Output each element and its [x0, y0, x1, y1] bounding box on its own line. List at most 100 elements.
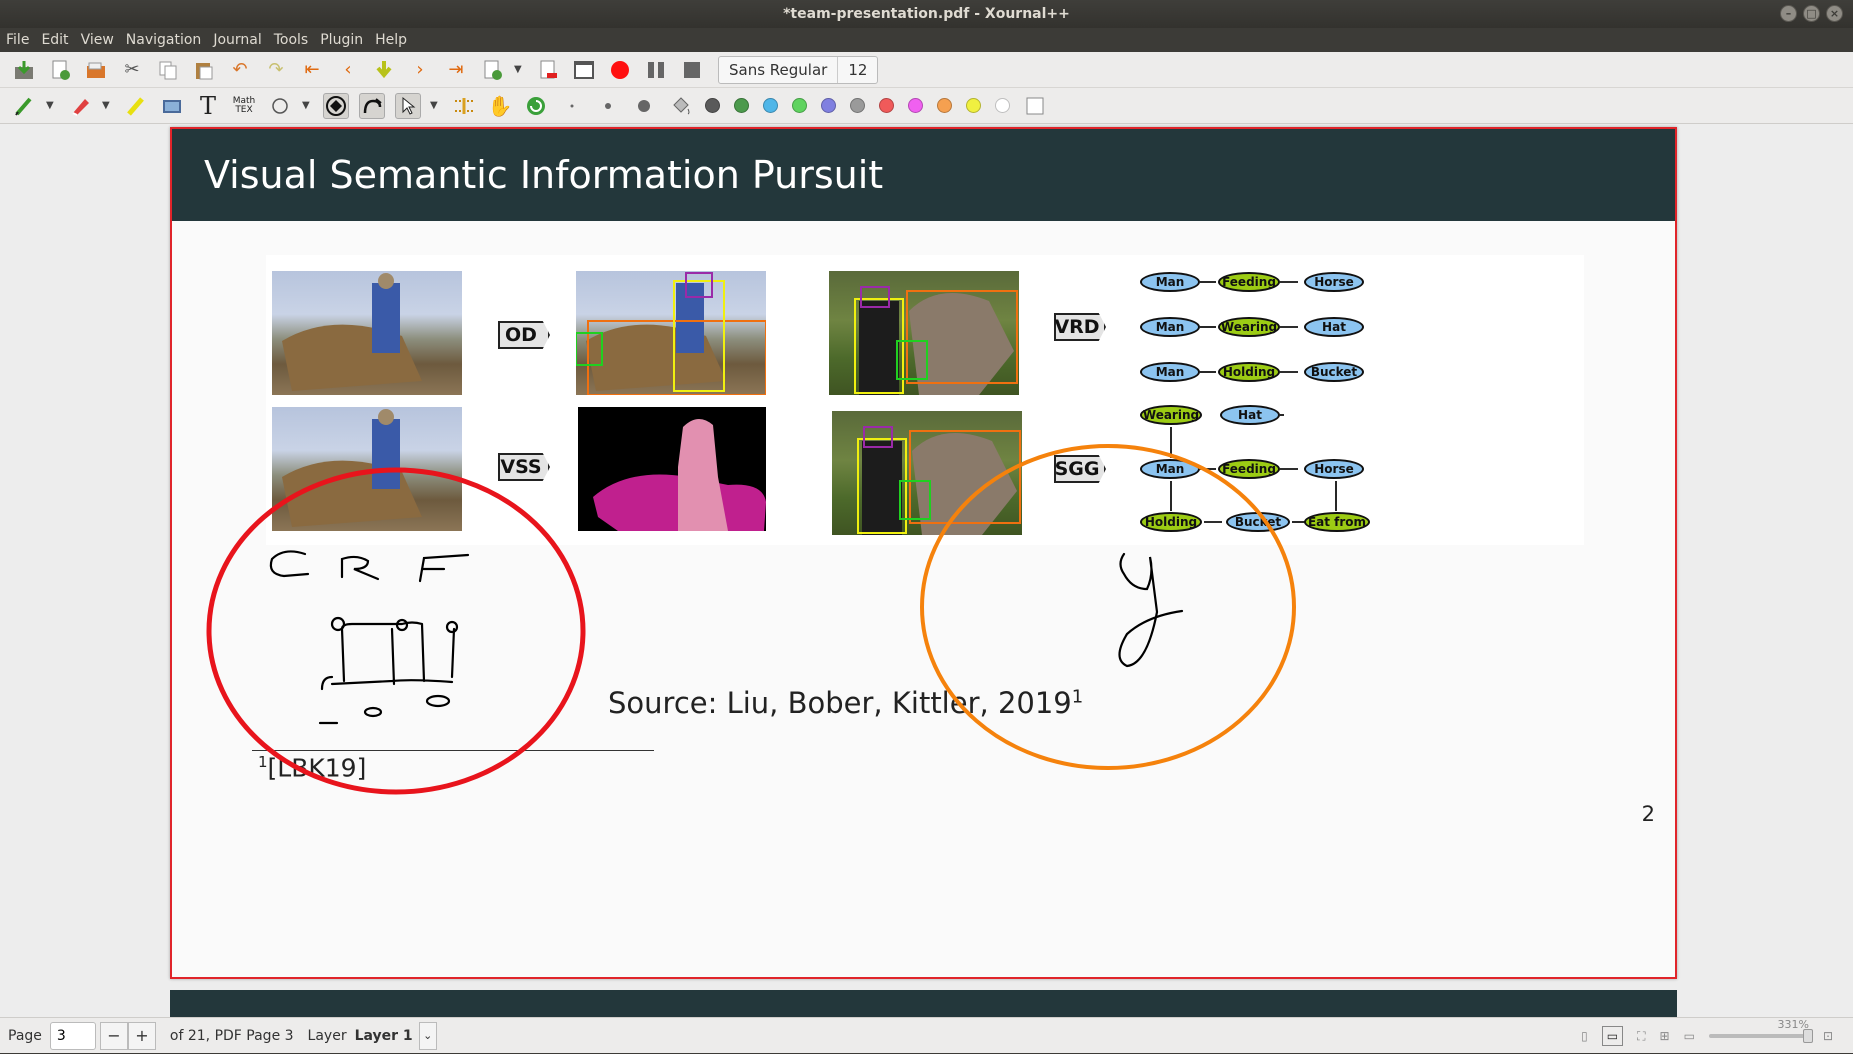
page-decrement-label: −	[107, 1026, 121, 1045]
menubar: File Edit View Navigation Journal Tools …	[0, 28, 1853, 52]
font-selector[interactable]: Sans Regular 12	[718, 55, 879, 84]
custom-color-icon[interactable]	[1022, 93, 1048, 119]
eraser-icon[interactable]	[67, 93, 93, 119]
zoom-reset-icon[interactable]: ⊡	[1823, 1029, 1833, 1043]
color-swatch-0[interactable]	[705, 98, 720, 113]
fill-icon[interactable]	[667, 93, 693, 119]
menu-journal[interactable]: Journal	[213, 32, 261, 48]
goto-last-icon[interactable]: ⇥	[443, 57, 469, 83]
record-icon[interactable]	[607, 57, 633, 83]
line-thin-icon[interactable]	[559, 93, 585, 119]
layer-dropdown[interactable]: ⌄	[418, 1021, 437, 1050]
color-swatch-9[interactable]	[966, 98, 981, 113]
math-tex-icon[interactable]: Math TEX	[231, 93, 257, 119]
minimize-button[interactable]: –	[1780, 5, 1797, 22]
delete-page-icon[interactable]	[535, 57, 561, 83]
presentation-mode-icon[interactable]	[571, 57, 597, 83]
stop-icon[interactable]	[679, 57, 705, 83]
highlighter-icon[interactable]	[123, 93, 149, 119]
select-pointer-icon[interactable]	[395, 92, 421, 119]
next-page-icon[interactable]: ›	[407, 57, 433, 83]
zoom-slider-handle[interactable]	[1802, 1029, 1813, 1043]
orange-circle-annotation[interactable]	[920, 444, 1296, 770]
pause-icon[interactable]	[643, 57, 669, 83]
fullscreen-icon[interactable]: ⛶	[1637, 1029, 1645, 1044]
menu-plugin[interactable]: Plugin	[320, 32, 363, 48]
open-icon[interactable]	[83, 57, 109, 83]
select-dropdown[interactable]: ▼	[430, 100, 442, 111]
window-controls: – □ ×	[1780, 5, 1843, 22]
text-tool-icon[interactable]: T	[195, 91, 221, 120]
color-swatch-5[interactable]	[850, 98, 865, 113]
shape-dropdown[interactable]: ▼	[302, 100, 314, 111]
save-icon[interactable]	[11, 57, 37, 83]
snap-icon[interactable]	[359, 92, 385, 119]
y-handwriting[interactable]	[1118, 552, 1184, 668]
page-increment-label: +	[135, 1026, 149, 1045]
pen-dropdown[interactable]: ▼	[46, 100, 58, 111]
paste-icon[interactable]	[191, 57, 217, 83]
color-swatch-8[interactable]	[937, 98, 952, 113]
menu-edit[interactable]: Edit	[41, 32, 68, 48]
hand-icon[interactable]: ✋	[487, 93, 513, 119]
close-button[interactable]: ×	[1826, 5, 1843, 22]
line-thick-icon[interactable]	[631, 93, 657, 119]
goto-first-icon[interactable]: ⇤	[299, 57, 325, 83]
zoom-slider[interactable]: 331%	[1708, 1018, 1813, 1043]
color-swatch-3[interactable]	[792, 98, 807, 113]
font-size: 12	[848, 60, 868, 79]
menu-view[interactable]: View	[81, 32, 114, 48]
insert-page-dropdown[interactable]: ▼	[514, 64, 526, 75]
text-tool-label: T	[199, 91, 216, 120]
image-icon[interactable]	[159, 93, 185, 119]
eraser-dropdown[interactable]: ▼	[102, 100, 114, 111]
copy-icon[interactable]	[155, 57, 181, 83]
color-swatch-7[interactable]	[908, 98, 923, 113]
document-canvas[interactable]: Visual Semantic Information Pursuit OD V…	[0, 124, 1853, 1017]
color-swatch-4[interactable]	[821, 98, 836, 113]
menu-tools[interactable]: Tools	[274, 32, 309, 48]
page-number-input[interactable]	[49, 1021, 96, 1050]
refresh-icon[interactable]	[523, 93, 549, 119]
line-medium-icon[interactable]	[595, 93, 621, 119]
pdf-page[interactable]: Visual Semantic Information Pursuit OD V…	[170, 127, 1677, 979]
zoom-area: ▯ ▭ ⛶ ⊞ ▭ 331% ⊡	[1581, 1018, 1833, 1054]
color-swatch-2[interactable]	[763, 98, 778, 113]
layout-single-icon[interactable]: ▯	[1581, 1029, 1588, 1043]
crf-handwriting[interactable]	[269, 550, 470, 725]
previous-page-icon[interactable]: ‹	[335, 57, 361, 83]
insert-page-icon[interactable]	[479, 57, 505, 83]
layer-label: Layer	[307, 1027, 347, 1044]
shape-recognizer-icon[interactable]	[323, 92, 349, 119]
maximize-button[interactable]: □	[1803, 5, 1820, 22]
zoom-fit-icon[interactable]: ⊞	[1660, 1029, 1670, 1043]
goto-page-icon[interactable]	[371, 57, 397, 83]
ink-annotations[interactable]	[172, 129, 1679, 981]
zoom-width-icon[interactable]: ▭	[1684, 1029, 1695, 1043]
main-toolbar: ✂ ↶ ↷ ⇤ ‹ › ⇥ ▼ Sans Regular 12	[0, 52, 1853, 88]
page-increment-button[interactable]: +	[127, 1021, 156, 1050]
shape-ellipse-icon[interactable]	[267, 93, 293, 119]
window-titlebar: *team-presentation.pdf - Xournal++ – □ ×	[0, 0, 1853, 28]
redo-icon[interactable]: ↷	[263, 57, 289, 83]
cut-icon[interactable]: ✂	[119, 57, 145, 83]
menu-help[interactable]: Help	[375, 32, 407, 48]
undo-icon[interactable]: ↶	[227, 57, 253, 83]
pen-icon[interactable]	[11, 93, 37, 119]
page-label: Page	[8, 1027, 42, 1044]
color-swatch-10[interactable]	[995, 98, 1010, 113]
layout-dual-icon[interactable]: ▭	[1601, 1026, 1624, 1046]
new-document-icon[interactable]	[47, 57, 73, 83]
color-palette	[698, 98, 1017, 113]
next-page-preview[interactable]	[170, 990, 1677, 1017]
vertical-space-icon[interactable]	[451, 93, 477, 119]
page-of-text: of 21, PDF Page 3	[169, 1027, 294, 1044]
math-tex-label: Math TEX	[232, 95, 256, 115]
menu-navigation[interactable]: Navigation	[126, 32, 202, 48]
page-decrement-button[interactable]: −	[99, 1021, 128, 1050]
color-swatch-1[interactable]	[734, 98, 749, 113]
menu-file[interactable]: File	[6, 32, 29, 48]
color-swatch-6[interactable]	[879, 98, 894, 113]
window-title: *team-presentation.pdf - Xournal++	[783, 6, 1070, 22]
red-circle-annotation[interactable]	[206, 467, 586, 795]
